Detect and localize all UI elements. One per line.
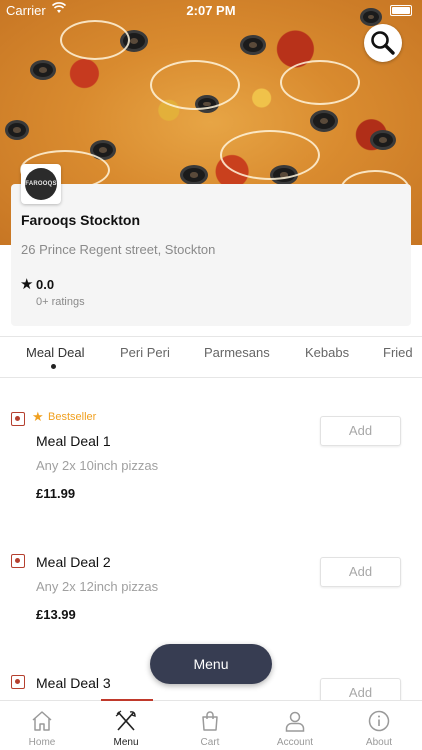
logo-text: FAROOQS <box>25 168 57 200</box>
menu-button[interactable]: Menu <box>150 644 272 684</box>
fork-knife-icon <box>115 710 136 731</box>
onion-decoration <box>60 20 130 60</box>
info-icon <box>368 710 390 732</box>
item-name: Meal Deal 3 <box>36 675 111 691</box>
search-button[interactable] <box>364 24 402 62</box>
olive-decoration <box>240 35 266 55</box>
nav-home[interactable]: Home <box>0 701 84 750</box>
add-button[interactable]: Add <box>320 557 401 587</box>
tab-parmesans[interactable]: Parmesans <box>204 345 270 360</box>
restaurant-address: 26 Prince Regent street, Stockton <box>21 242 216 257</box>
nav-label: Home <box>28 737 56 748</box>
clock: 2:07 PM <box>186 3 236 18</box>
veg-mark-icon <box>11 554 25 568</box>
active-nav-indicator <box>101 699 153 701</box>
tab-fried[interactable]: Fried <box>383 345 413 360</box>
item-name: Meal Deal 2 <box>36 554 111 570</box>
olive-decoration <box>180 165 208 185</box>
rating-value: 0.0 <box>36 277 55 292</box>
nav-label: Menu <box>113 737 139 748</box>
star-icon: ★ <box>20 276 34 293</box>
category-tabs: Meal Deal Peri Peri Parmesans Kebabs Fri… <box>0 336 422 378</box>
olive-decoration <box>310 110 338 132</box>
nav-cart[interactable]: Cart <box>168 701 252 750</box>
nav-menu[interactable]: Menu <box>84 701 168 750</box>
user-icon <box>285 711 305 732</box>
bestseller-badge: Bestseller <box>48 411 97 423</box>
onion-decoration <box>280 60 360 105</box>
olive-decoration <box>370 130 396 150</box>
veg-mark-icon <box>11 675 25 689</box>
ratings-count: 0+ ratings <box>36 296 85 308</box>
onion-decoration <box>220 130 320 180</box>
item-price: £11.99 <box>36 486 76 501</box>
item-description: Any 2x 10inch pizzas <box>36 458 159 473</box>
restaurant-logo: FAROOQS <box>21 164 61 204</box>
nav-label: About <box>365 737 393 748</box>
item-price: £13.99 <box>36 607 76 622</box>
nav-about[interactable]: About <box>337 701 421 750</box>
nav-account[interactable]: Account <box>253 701 337 750</box>
tab-kebabs[interactable]: Kebabs <box>305 345 349 360</box>
bestseller-star-icon: ★ <box>32 409 44 424</box>
olive-decoration <box>30 60 56 80</box>
search-icon <box>371 31 395 55</box>
olive-decoration <box>5 120 29 140</box>
active-tab-indicator <box>51 364 56 369</box>
add-button[interactable]: Add <box>320 416 401 446</box>
bottom-navigation: Home Menu Cart Account About <box>0 700 422 750</box>
restaurant-name: Farooqs Stockton <box>21 212 141 228</box>
item-name: Meal Deal 1 <box>36 433 111 449</box>
status-bar: Carrier 2:07 PM <box>0 0 422 22</box>
battery-icon <box>390 5 412 16</box>
veg-mark-icon <box>11 412 25 426</box>
home-icon <box>32 711 52 731</box>
nav-label: Account <box>276 737 314 748</box>
bag-icon <box>202 711 218 731</box>
item-description: Any 2x 12inch pizzas <box>36 579 159 594</box>
tab-peri-peri[interactable]: Peri Peri <box>120 345 170 360</box>
tab-meal-deal[interactable]: Meal Deal <box>26 345 85 360</box>
onion-decoration <box>150 60 240 110</box>
nav-label: Cart <box>200 737 220 748</box>
